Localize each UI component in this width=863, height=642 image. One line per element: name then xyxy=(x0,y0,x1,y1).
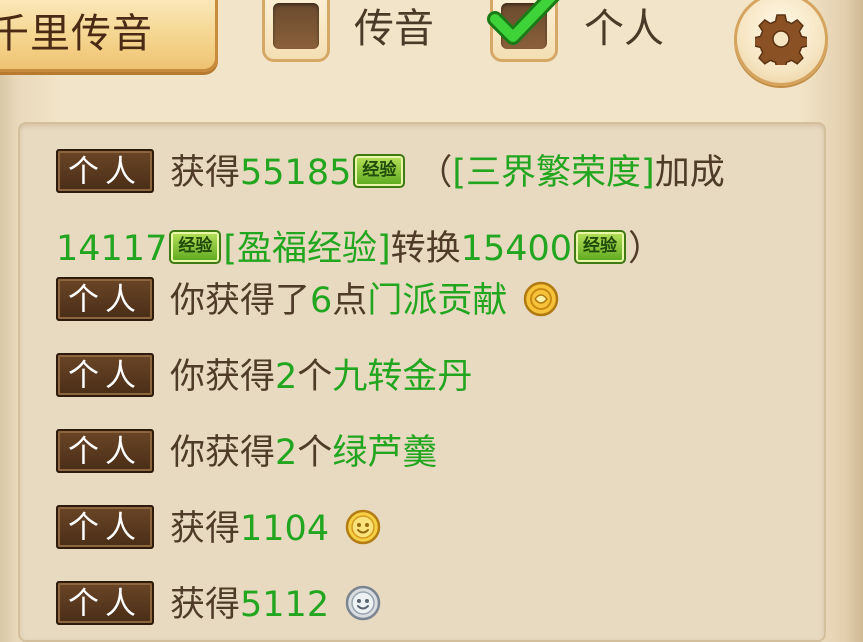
settings-button[interactable] xyxy=(734,0,828,86)
channel-tab-label: 千里传音 xyxy=(0,11,153,57)
channel-tag-personal: 个人 xyxy=(56,505,154,549)
channel-tag-personal: 个人 xyxy=(56,277,154,321)
filter-chuanyin-label: 传音 xyxy=(354,6,434,52)
message-item: 个人 获得1104 xyxy=(56,502,804,556)
experience-icon: 经验 xyxy=(574,230,627,264)
message-item: 个人 你获得2个绿芦羹 xyxy=(56,426,804,480)
message-item: 个人 获得55185 经验 （[三界繁荣度]加成 14117 经验 [盈福经验]转换154… xyxy=(56,146,804,286)
channel-tag-personal: 个人 xyxy=(56,353,154,397)
link-yingfu-exp[interactable]: [盈福经验] xyxy=(223,229,390,269)
filter-personal-label: 个人 xyxy=(584,6,664,52)
channel-tab-button[interactable]: 千里传音 xyxy=(0,0,218,72)
gold-coin-icon xyxy=(345,509,381,545)
check-icon xyxy=(487,0,560,45)
item-link[interactable]: 九转金丹 xyxy=(332,357,472,397)
channel-tag-personal: 个人 xyxy=(56,149,154,193)
message-item: 个人 你获得2个九转金丹 xyxy=(56,350,804,404)
channel-tag-personal: 个人 xyxy=(56,581,154,625)
checkbox-box xyxy=(273,3,319,49)
experience-icon: 经验 xyxy=(353,154,406,188)
experience-icon: 经验 xyxy=(169,230,222,264)
channel-tag-personal: 个人 xyxy=(56,429,154,473)
top-bar: 千里传音 传音 个人 xyxy=(0,0,863,100)
filter-personal-checkbox[interactable] xyxy=(487,0,560,62)
contribution-coin-icon xyxy=(524,281,559,317)
item-link[interactable]: 绿芦羹 xyxy=(332,433,437,473)
gear-icon xyxy=(755,14,807,65)
message-panel: 个人 获得55185 经验 （[三界繁荣度]加成 14117 经验 [盈福经验]转换154… xyxy=(18,122,826,642)
link-prosperity[interactable]: [三界繁荣度] xyxy=(452,153,654,193)
filter-chuanyin-checkbox[interactable] xyxy=(262,0,330,62)
message-item: 个人 获得5112 xyxy=(56,578,804,632)
silver-coin-icon xyxy=(345,585,381,621)
message-item: 个人 你获得了6点门派贡献 xyxy=(56,274,804,328)
